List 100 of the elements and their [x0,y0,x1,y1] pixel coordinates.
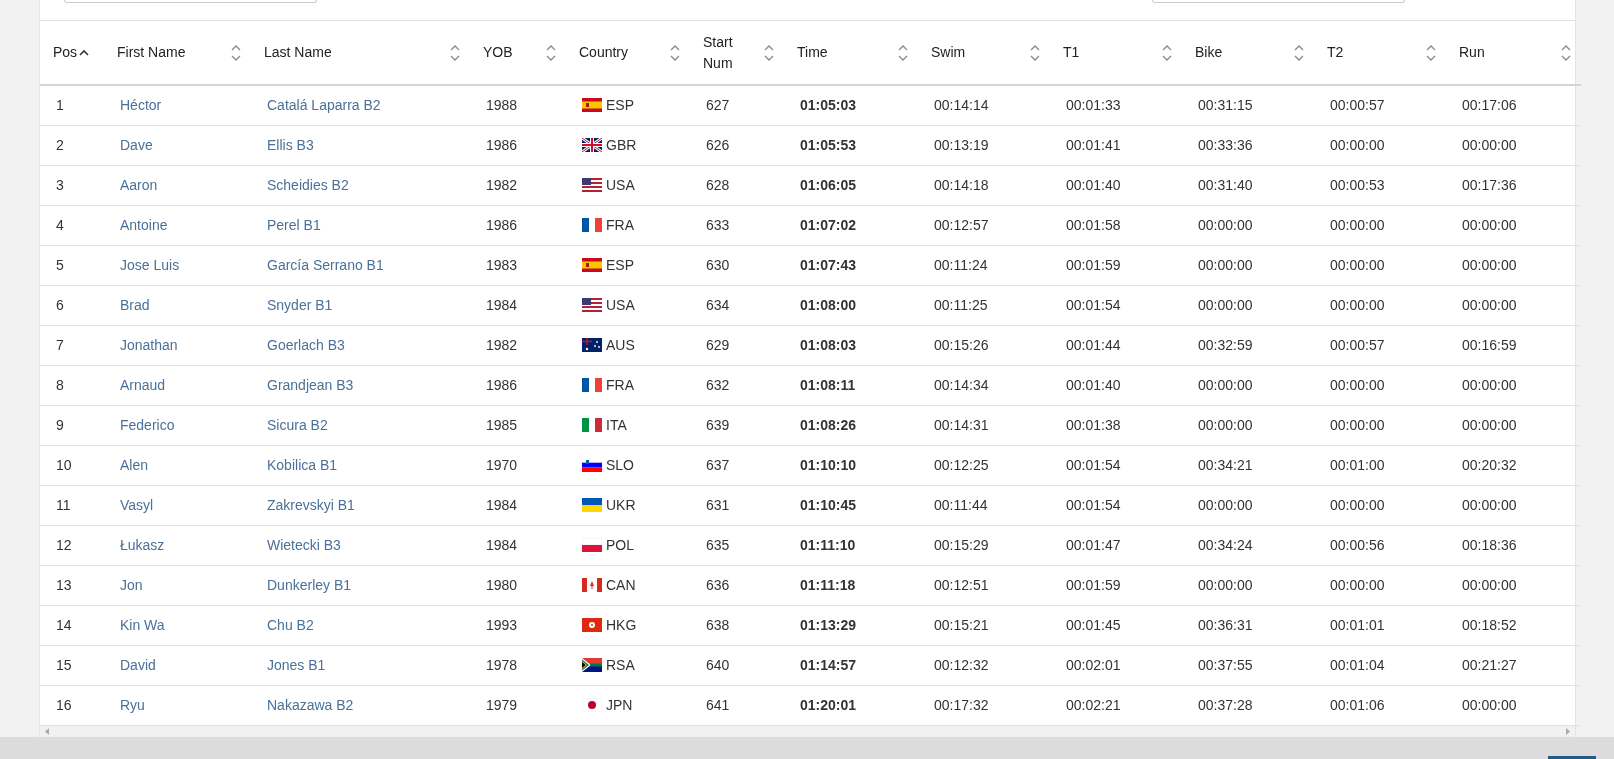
sort-icon [450,44,460,61]
flag-icon [582,417,602,432]
column-header[interactable]: Pos [40,21,104,85]
input-field[interactable] [1152,0,1405,3]
column-header[interactable]: Swim [918,21,1050,85]
t2-time-cell: 00:01:00 [1314,445,1446,485]
horizontal-scrollbar[interactable] [40,725,1575,737]
column-header[interactable]: Bike [1182,21,1314,85]
first-name-link[interactable]: Aaron [120,176,158,193]
bike-time-cell: 00:36:31 [1182,605,1314,645]
bike-time-cell: 00:33:36 [1182,125,1314,165]
year-of-birth-cell: 1982 [470,165,566,205]
last-name-link[interactable]: Ellis B3 [267,136,314,153]
last-name-link[interactable]: Grandjean B3 [267,376,354,393]
column-header[interactable]: First Name [104,21,251,85]
country-code: CAN [606,576,636,593]
column-header[interactable]: Time [784,21,918,85]
total-time-cell: 01:08:03 [784,325,918,365]
last-name-link[interactable]: Goerlach B3 [267,336,345,353]
first-name-link[interactable]: Kin Wa [120,616,165,633]
bike-time-cell: 00:00:00 [1182,285,1314,325]
scroll-left-icon[interactable] [44,727,50,735]
column-header[interactable]: YOB [470,21,566,85]
bike-time-cell: 00:34:21 [1182,445,1314,485]
column-header[interactable]: Start Num [690,21,784,85]
t1-time-cell: 00:02:01 [1050,645,1182,685]
year-of-birth-cell: 1979 [470,685,566,725]
first-name-link[interactable]: Łukasz [120,536,165,553]
column-header[interactable]: T2 [1314,21,1446,85]
swim-time-cell: 00:13:19 [918,125,1050,165]
last-name-link[interactable]: Perel B1 [267,216,321,233]
last-name-link[interactable]: Scheidies B2 [267,176,349,193]
t1-time-cell: 00:01:59 [1050,565,1182,605]
position-cell: 16 [40,685,104,725]
total-time-cell: 01:07:02 [784,205,918,245]
flag-icon [582,377,602,392]
column-header[interactable]: T1 [1050,21,1182,85]
flag-icon [582,697,602,712]
last-name-link[interactable]: Kobilica B1 [267,456,338,473]
t1-time-cell: 00:01:44 [1050,325,1182,365]
last-name-link[interactable]: Chu B2 [267,616,314,633]
last-name-link[interactable]: Snyder B1 [267,296,333,313]
start-number-cell: 637 [690,445,784,485]
first-name-link[interactable]: Ryu [120,696,145,713]
bike-time-cell: 00:00:00 [1182,245,1314,285]
start-number-cell: 638 [690,605,784,645]
footer-button[interactable] [1548,756,1596,759]
t1-time-cell: 00:01:45 [1050,605,1182,645]
country-code: RSA [606,656,635,673]
swim-time-cell: 00:15:26 [918,325,1050,365]
swim-time-cell: 00:12:25 [918,445,1050,485]
column-header[interactable]: Run [1446,21,1581,85]
last-name-link[interactable]: García Serrano B1 [267,256,384,273]
first-name-link[interactable]: Jose Luis [120,256,180,273]
run-time-cell: 00:21:27 [1446,645,1581,685]
run-time-cell: 00:00:00 [1446,685,1581,725]
position-cell: 3 [40,165,104,205]
run-time-cell: 00:18:36 [1446,525,1581,565]
year-of-birth-cell: 1986 [470,205,566,245]
last-name-link[interactable]: Catalá Laparra B2 [267,96,381,113]
country-code: AUS [606,336,635,353]
first-name-link[interactable]: David [120,656,156,673]
first-name-link[interactable]: Héctor [120,96,162,113]
first-name-link[interactable]: Dave [120,136,153,153]
first-name-link[interactable]: Antoine [120,216,168,233]
swim-time-cell: 00:15:21 [918,605,1050,645]
sort-icon [898,44,908,61]
input-field[interactable] [64,0,317,3]
run-time-cell: 00:00:00 [1446,125,1581,165]
country-code: UKR [606,496,636,513]
first-name-link[interactable]: Vasyl [120,496,154,513]
scroll-right-icon[interactable] [1565,727,1571,735]
first-name-link[interactable]: Jonathan [120,336,178,353]
bike-time-cell: 00:32:59 [1182,325,1314,365]
last-name-link[interactable]: Jones B1 [267,656,326,673]
last-name-link[interactable]: Dunkerley B1 [267,576,352,593]
column-header[interactable]: Country [566,21,690,85]
first-name-link[interactable]: Brad [120,296,150,313]
bike-time-cell: 00:34:24 [1182,525,1314,565]
country-code: USA [606,176,635,193]
column-header[interactable]: Last Name [251,21,470,85]
last-name-link[interactable]: Zakrevskyi B1 [267,496,355,513]
last-name-link[interactable]: Nakazawa B2 [267,696,354,713]
first-name-link[interactable]: Federico [120,416,175,433]
t2-time-cell: 00:01:01 [1314,605,1446,645]
last-name-link[interactable]: Sicura B2 [267,416,328,433]
total-time-cell: 01:20:01 [784,685,918,725]
t1-time-cell: 00:01:40 [1050,365,1182,405]
t1-time-cell: 00:01:54 [1050,445,1182,485]
position-cell: 15 [40,645,104,685]
country-code: JPN [606,696,633,713]
last-name-link[interactable]: Wietecki B3 [267,536,341,553]
swim-time-cell: 00:14:14 [918,85,1050,125]
first-name-link[interactable]: Alen [120,456,149,473]
flag-icon [582,337,602,352]
first-name-link[interactable]: Arnaud [120,376,166,393]
country-code: USA [606,296,635,313]
flag-icon [582,617,602,632]
first-name-link[interactable]: Jon [120,576,143,593]
sort-icon [546,44,556,61]
